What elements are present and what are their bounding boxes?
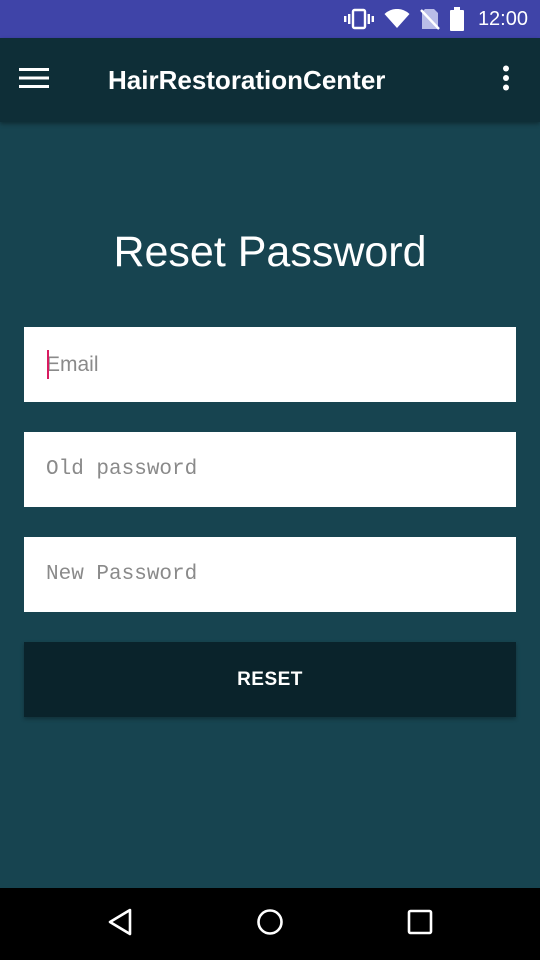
old-password-field[interactable] [24,432,516,507]
status-time: 12:00 [477,7,528,30]
more-vert-icon [502,65,510,96]
app-bar: HairRestorationCenter [0,38,540,122]
system-nav-bar [0,888,540,960]
battery-icon [449,7,464,31]
back-button[interactable] [96,900,144,948]
overflow-menu-button[interactable] [486,60,526,100]
reset-button[interactable]: RESET [24,642,516,717]
page-title: Reset Password [113,228,427,276]
new-password-field[interactable] [24,537,516,612]
email-field[interactable] [24,327,516,402]
no-sim-icon [420,8,440,30]
status-bar: 12:00 [0,0,540,38]
hamburger-menu-icon [19,67,49,93]
wifi-icon [384,9,410,29]
recents-button[interactable] [396,900,444,948]
vibrate-icon [343,8,374,30]
home-button[interactable] [246,900,294,948]
menu-button[interactable] [14,60,54,100]
app-title: HairRestorationCenter [108,65,386,95]
status-icons: 12:00 [343,0,528,38]
text-cursor [47,350,49,379]
back-icon [106,907,134,942]
home-icon [255,907,285,942]
recents-icon [406,908,434,941]
